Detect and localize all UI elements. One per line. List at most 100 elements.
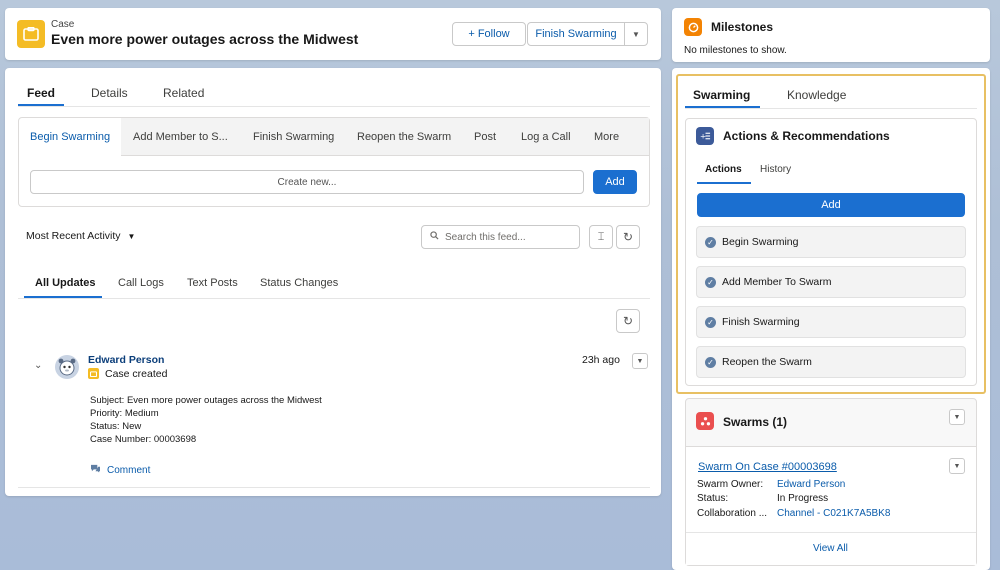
publisher-action-post[interactable]: Post — [474, 131, 496, 143]
publisher-action-begin-swarming[interactable]: Begin Swarming — [30, 131, 110, 143]
sort-dropdown[interactable]: Most Recent Activity ▼ — [26, 230, 135, 242]
tab-details[interactable]: Details — [91, 86, 128, 100]
case-icon — [88, 368, 99, 379]
publisher-action-more[interactable]: More — [594, 131, 619, 143]
action-item-label: Finish Swarming — [722, 316, 800, 328]
sort-label: Most Recent Activity — [26, 230, 121, 242]
action-item-label: Add Member To Swarm — [722, 276, 832, 288]
comment-icon — [90, 464, 101, 476]
post-author[interactable]: Edward Person — [88, 354, 164, 366]
action-item-add-member[interactable]: ✓ Add Member To Swarm — [696, 266, 966, 298]
follow-button[interactable]: + Follow — [452, 22, 526, 46]
milestones-card: Milestones No milestones to show. — [672, 8, 990, 62]
avatar — [55, 355, 79, 379]
case-icon — [17, 20, 45, 48]
swarm-icon — [696, 412, 714, 430]
chevron-down-icon: ▼ — [636, 357, 644, 365]
tab-related[interactable]: Related — [163, 86, 204, 100]
publisher-add-label: Add — [605, 176, 625, 188]
swarm-status-value: In Progress — [777, 493, 829, 504]
tab-swarming[interactable]: Swarming — [693, 88, 750, 102]
tabs-divider — [18, 106, 650, 107]
swarms-title: Swarms (1) — [723, 415, 788, 429]
refresh-posts-button[interactable]: ↻ — [616, 309, 640, 333]
action-item-finish-swarming[interactable]: ✓ Finish Swarming — [696, 306, 966, 338]
create-new-placeholder: Create new... — [277, 176, 337, 188]
refresh-feed-button[interactable]: ↻ — [616, 225, 640, 249]
swarm-collab-label: Collaboration ... — [697, 508, 768, 519]
action-item-reopen-swarm[interactable]: ✓ Reopen the Swarm — [696, 346, 966, 378]
swarms-menu-button[interactable]: ▼ — [949, 409, 965, 425]
refresh-icon: ↻ — [622, 314, 634, 328]
tab-actions-indicator — [697, 182, 751, 184]
milestones-empty-text: No milestones to show. — [684, 45, 787, 56]
actions-add-button[interactable]: Add — [697, 193, 965, 217]
feed-search-input[interactable]: Search this feed... — [421, 225, 580, 249]
swarm-record-link[interactable]: Swarm On Case #00003698 — [698, 461, 837, 473]
follow-label: + Follow — [468, 28, 510, 40]
case-header: Case Even more power outages across the … — [5, 8, 661, 60]
search-icon — [430, 231, 439, 243]
filter-call-logs[interactable]: Call Logs — [118, 277, 164, 289]
publisher-action-log-call[interactable]: Log a Call — [521, 131, 571, 143]
publisher-action-reopen-swarm[interactable]: Reopen the Swarm — [357, 131, 451, 143]
actions-recs-icon: + — [696, 127, 714, 145]
post-event: Case created — [105, 368, 168, 380]
actions-add-label: Add — [821, 199, 841, 211]
milestone-icon — [684, 18, 702, 36]
publisher-add-button[interactable]: Add — [593, 170, 637, 194]
feed-search-placeholder: Search this feed... — [445, 231, 526, 243]
swarm-collab-value[interactable]: Channel - C021K7A5BK8 — [777, 508, 890, 519]
swarm-record-menu-button[interactable]: ▼ — [949, 458, 965, 474]
post-time[interactable]: 23h ago — [582, 354, 620, 366]
refresh-icon: ↻ — [622, 230, 634, 244]
filters-divider — [18, 298, 650, 299]
post-divider — [18, 487, 650, 488]
milestones-title: Milestones — [711, 20, 774, 34]
header-more-dropdown[interactable]: ▼ — [624, 22, 648, 46]
action-item-begin-swarming[interactable]: ✓ Begin Swarming — [696, 226, 966, 258]
post-menu-button[interactable]: ▼ — [632, 353, 648, 369]
chevron-down-icon: ▼ — [953, 462, 961, 470]
post-status: Status: New — [90, 421, 142, 432]
svg-text:+: + — [700, 132, 706, 141]
check-icon: ✓ — [705, 276, 716, 288]
finish-swarming-button[interactable]: Finish Swarming — [527, 22, 625, 46]
filter-all-updates[interactable]: All Updates — [35, 277, 96, 289]
check-icon: ✓ — [705, 316, 716, 328]
swarm-owner-label: Swarm Owner: — [697, 479, 764, 490]
post-subject: Subject: Even more power outages across … — [90, 395, 322, 406]
swarms-view-all-link[interactable]: View All — [813, 543, 848, 554]
object-label: Case — [51, 19, 75, 30]
page-title: Even more power outages across the Midwe… — [51, 31, 359, 47]
post-case-number: Case Number: 00003698 — [90, 434, 197, 445]
create-new-input[interactable]: Create new... — [30, 170, 584, 194]
tab-history[interactable]: History — [760, 164, 791, 175]
publisher-action-finish-swarming[interactable]: Finish Swarming — [253, 131, 334, 143]
finish-swarming-label: Finish Swarming — [535, 28, 617, 40]
right-tabs-divider — [685, 108, 977, 109]
check-icon: ✓ — [705, 236, 716, 248]
swarms-footer-divider — [686, 532, 976, 533]
comment-button[interactable]: Comment — [90, 464, 150, 476]
swarm-owner-value[interactable]: Edward Person — [777, 479, 845, 490]
filter-button[interactable]: ⌶ — [589, 225, 613, 249]
swarm-status-label: Status: — [697, 493, 729, 504]
tab-knowledge[interactable]: Knowledge — [787, 88, 846, 102]
filter-text-posts[interactable]: Text Posts — [187, 277, 238, 289]
comment-label: Comment — [107, 464, 151, 476]
action-item-label: Reopen the Swarm — [722, 356, 812, 368]
publisher-action-add-member[interactable]: Add Member to S... — [133, 131, 228, 143]
tab-actions[interactable]: Actions — [705, 164, 742, 175]
caret-down-icon: ▼ — [127, 232, 136, 241]
chevron-down-icon: ▼ — [953, 413, 961, 421]
check-icon: ✓ — [705, 356, 716, 368]
action-item-label: Begin Swarming — [722, 236, 799, 248]
actions-recs-title: Actions & Recommendations — [723, 129, 890, 143]
filter-icon: ⌶ — [597, 230, 605, 243]
post-priority: Priority: Medium — [90, 408, 159, 419]
tab-feed[interactable]: Feed — [27, 86, 55, 100]
filter-status-changes[interactable]: Status Changes — [260, 277, 338, 289]
chevron-down-icon: ▼ — [632, 29, 640, 39]
chevron-down-icon[interactable]: ⌄ — [34, 360, 42, 371]
